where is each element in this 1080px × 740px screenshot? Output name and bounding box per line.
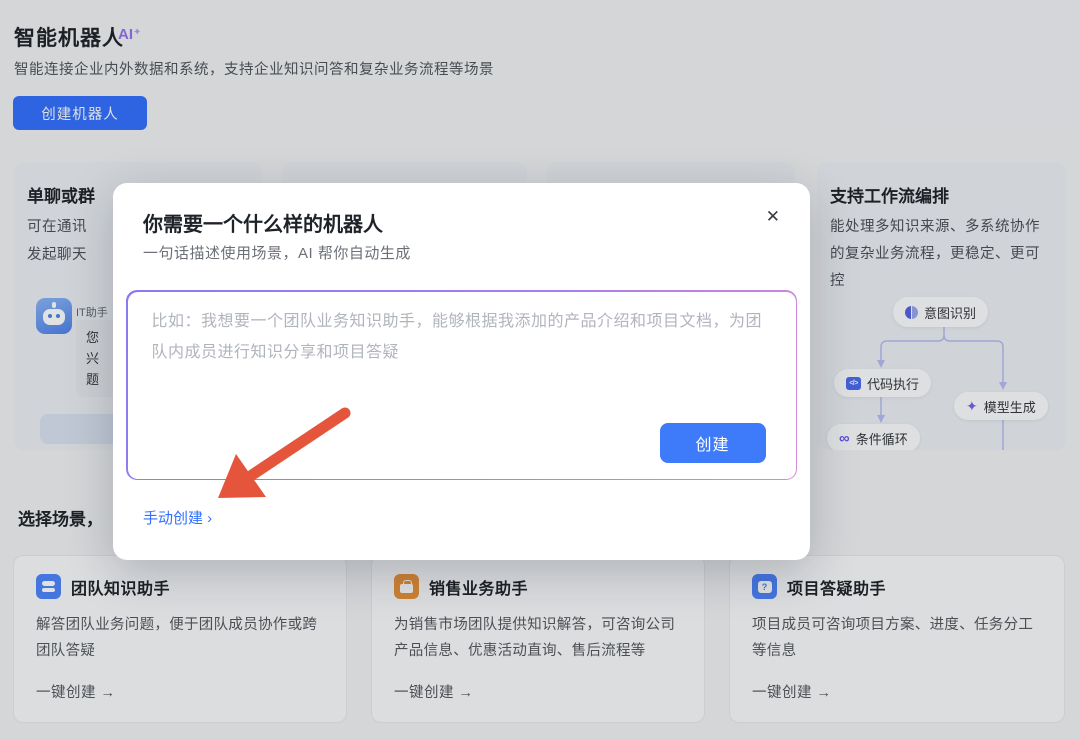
- modal-create-button[interactable]: 创建: [659, 422, 766, 463]
- prompt-box: 创建: [126, 290, 797, 480]
- close-icon[interactable]: ✕: [766, 207, 780, 227]
- modal-title: 你需要一个什么样的机器人: [143, 214, 383, 236]
- modal-subtitle: 一句话描述使用场景，AI 帮你自动生成: [143, 245, 411, 262]
- robot-builder-page: { "page": { "title": "智能机器人", "badge": "…: [0, 0, 1080, 740]
- manual-create-link[interactable]: 手动创建 ›: [143, 507, 212, 528]
- create-robot-modal: 你需要一个什么样的机器人 ✕ 一句话描述使用场景，AI 帮你自动生成 创建 手动…: [113, 183, 810, 560]
